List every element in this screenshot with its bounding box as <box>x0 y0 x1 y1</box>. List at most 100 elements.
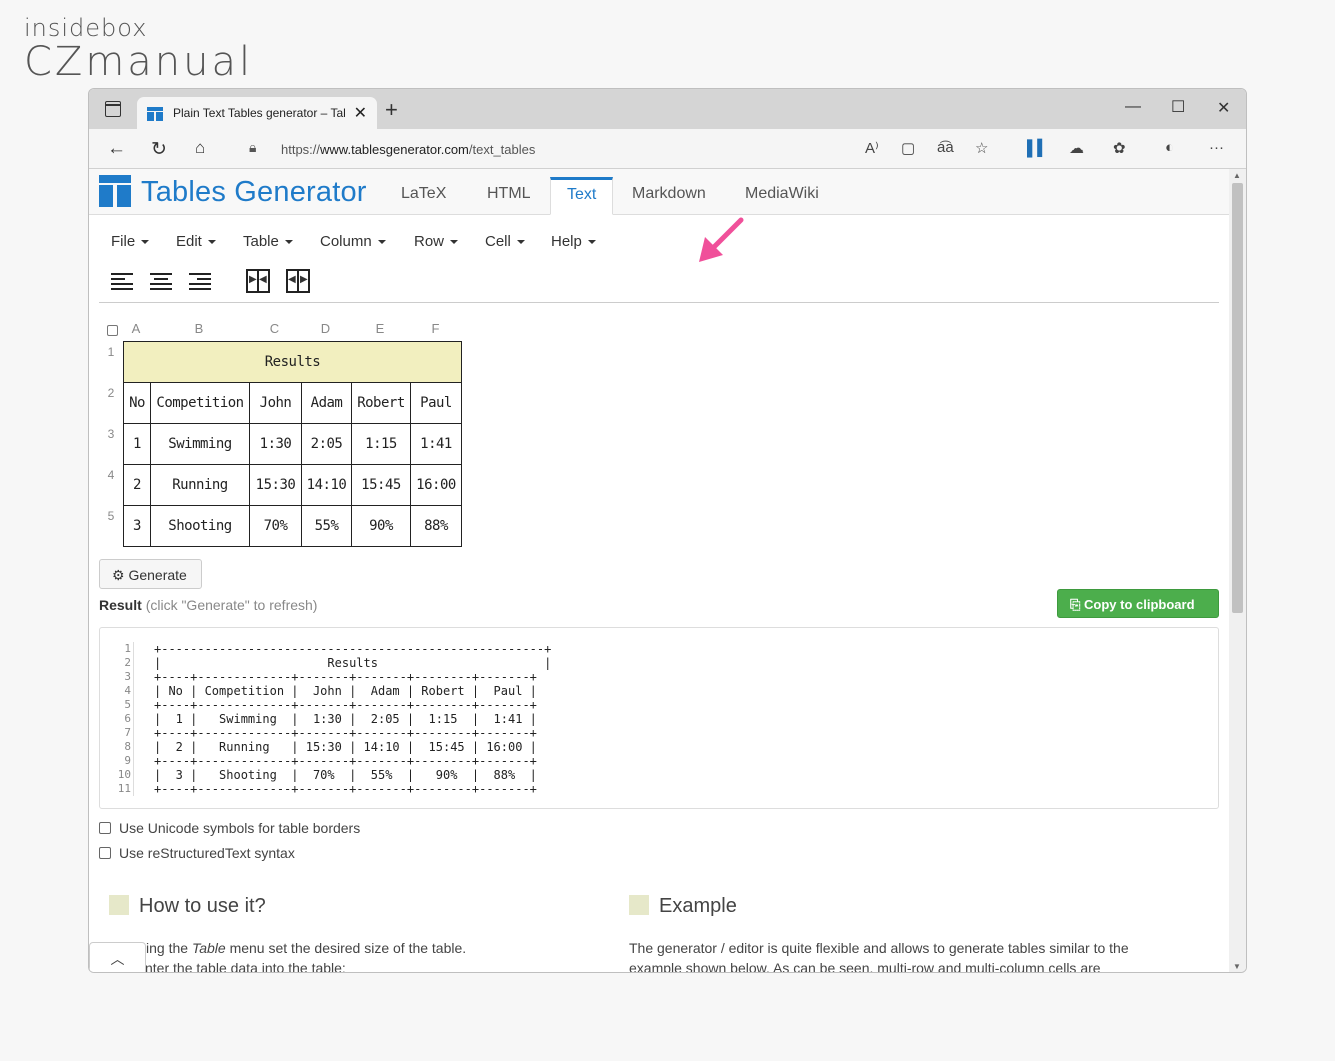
browser-tab[interactable]: Plain Text Tables generator – Tab ✕ <box>137 97 377 129</box>
table-cell[interactable]: 90% <box>351 505 411 547</box>
lock-icon[interactable]: 🔒︎ <box>249 139 256 156</box>
web-page: Tables Generator LaTeX HTML Text Markdow… <box>89 169 1229 973</box>
table-cell[interactable]: 14:10 <box>301 464 352 506</box>
align-left-icon[interactable] <box>111 272 133 290</box>
table-cell[interactable]: Swimming <box>150 423 250 465</box>
table-cell[interactable]: 3 <box>123 505 151 547</box>
caret-down-icon <box>377 240 386 245</box>
minimize-icon[interactable]: — <box>1125 98 1141 116</box>
table-cell[interactable]: 70% <box>249 505 302 547</box>
table-cell[interactable]: Running <box>150 464 250 506</box>
align-center-icon[interactable] <box>150 272 172 290</box>
read-aloud-icon[interactable]: A⁾ <box>865 139 879 157</box>
unicode-option[interactable]: Use Unicode symbols for table borders <box>99 820 360 836</box>
col-header-c[interactable]: C <box>249 321 300 339</box>
profile-icon[interactable]: ◐ <box>1165 139 1174 156</box>
tab-text[interactable]: Text <box>550 177 614 215</box>
row-header-5[interactable]: 5 <box>99 509 123 523</box>
rst-option[interactable]: Use reStructuredText syntax <box>99 845 295 861</box>
table-cell[interactable]: 2:05 <box>301 423 352 465</box>
generate-button[interactable]: ⚙ Generate <box>99 559 202 589</box>
line-number: 1 <box>124 642 131 655</box>
menu-file[interactable]: File <box>111 233 150 250</box>
tables-logo-icon[interactable] <box>99 175 131 207</box>
col-header-e[interactable]: E <box>351 321 409 339</box>
table-cell[interactable]: 15:45 <box>351 464 411 506</box>
merge-cells-icon[interactable]: ▶ ◀ <box>246 269 270 293</box>
refresh-icon[interactable]: ↻ <box>151 138 167 161</box>
extension-icon[interactable]: ▌▍ <box>1027 139 1049 157</box>
example-line-2: example shown below. As can be seen, mul… <box>629 960 1101 973</box>
tab-markdown[interactable]: Markdown <box>616 177 722 215</box>
menu-row[interactable]: Row <box>414 233 459 250</box>
new-tab-button[interactable]: + <box>385 97 398 123</box>
table-cell[interactable]: 1:41 <box>410 423 462 465</box>
rst-checkbox[interactable] <box>99 847 111 859</box>
table-cell[interactable]: 2 <box>123 464 151 506</box>
table-cell[interactable]: No <box>123 382 151 424</box>
immersive-reader-icon[interactable]: ▢ <box>901 139 915 157</box>
tab-close-icon[interactable]: ✕ <box>354 103 367 123</box>
align-right-icon[interactable] <box>189 272 211 290</box>
col-header-d[interactable]: D <box>301 321 350 339</box>
col-header-a[interactable]: A <box>123 321 149 339</box>
window-close-icon[interactable]: ✕ <box>1217 98 1230 118</box>
scroll-up-icon[interactable]: ▲ <box>1233 171 1241 180</box>
tab-latex[interactable]: LaTeX <box>385 177 462 215</box>
col-header-f[interactable]: F <box>410 321 461 339</box>
extensions-icon[interactable]: ✿ <box>1113 139 1126 157</box>
table-cell[interactable]: Robert <box>351 382 411 424</box>
maximize-icon[interactable]: ☐ <box>1171 97 1185 117</box>
table-cell[interactable]: John <box>249 382 302 424</box>
table-cell[interactable]: 55% <box>301 505 352 547</box>
home-icon[interactable]: ⌂ <box>195 138 205 158</box>
table-cell[interactable]: 15:30 <box>249 464 302 506</box>
scrollbar-thumb[interactable] <box>1232 183 1243 613</box>
select-all-checkbox[interactable] <box>107 325 118 336</box>
row-header-label: 4 <box>107 468 115 482</box>
copy-to-clipboard-button[interactable]: ⎘ Copy to clipboard <box>1057 589 1219 618</box>
unicode-checkbox[interactable] <box>99 822 111 834</box>
tab-mediawiki[interactable]: MediaWiki <box>729 177 835 215</box>
caret-down-icon <box>207 240 216 245</box>
split-cells-icon[interactable]: ◀ ▶ <box>286 269 310 293</box>
more-menu-icon[interactable]: ··· <box>1209 139 1224 156</box>
row-header-1[interactable]: 1 <box>99 345 123 359</box>
table-cell[interactable]: Competition <box>150 382 250 424</box>
menu-table[interactable]: Table <box>243 233 293 250</box>
translate-icon[interactable]: a͡a <box>937 139 954 156</box>
menu-help-label: Help <box>551 233 582 250</box>
table-cell[interactable]: 16:00 <box>410 464 462 506</box>
table-cell[interactable]: 1:15 <box>351 423 411 465</box>
cloud-icon[interactable]: ☁ <box>1069 139 1084 157</box>
table-cell[interactable]: Paul <box>410 382 462 424</box>
table-cell[interactable]: 88% <box>410 505 462 547</box>
table-title-cell[interactable]: Results <box>123 341 462 383</box>
table-cell[interactable]: 1 <box>123 423 151 465</box>
back-icon[interactable]: ← <box>107 138 126 160</box>
tab-html[interactable]: HTML <box>471 177 547 215</box>
row-header-3[interactable]: 3 <box>99 427 123 441</box>
tab-actions-icon[interactable] <box>105 101 121 117</box>
result-text[interactable]: +---------------------------------------… <box>154 642 551 796</box>
row-header-2[interactable]: 2 <box>99 386 123 400</box>
line-number: 3 <box>124 670 131 683</box>
scroll-down-icon[interactable]: ▼ <box>1233 962 1241 971</box>
row-header-4[interactable]: 4 <box>99 468 123 482</box>
col-header-b[interactable]: B <box>150 321 248 339</box>
howto-title: How to use it? <box>139 895 266 917</box>
scroll-top-button[interactable]: ︿ <box>89 942 146 972</box>
menu-help[interactable]: Help <box>551 233 596 250</box>
menu-column[interactable]: Column <box>320 233 386 250</box>
table-cell[interactable]: Shooting <box>150 505 250 547</box>
table-cell[interactable]: 1:30 <box>249 423 302 465</box>
menu-cell[interactable]: Cell <box>485 233 525 250</box>
menu-edit[interactable]: Edit <box>176 233 216 250</box>
site-brand[interactable]: Tables Generator <box>141 176 367 209</box>
address-bar[interactable]: 🔒︎ https://www.tablesgenerator.com/text_… <box>237 134 1137 164</box>
page-scrollbar[interactable]: ▲ ▼ <box>1229 169 1246 972</box>
table-cell[interactable]: Adam <box>301 382 352 424</box>
result-output[interactable]: 1 2 3 4 5 6 7 8 9 10 11 +-------------------------… <box>99 627 1219 809</box>
url-text[interactable]: https://www.tablesgenerator.com/text_tab… <box>281 142 535 157</box>
add-favorite-icon[interactable]: ☆ <box>975 139 988 157</box>
